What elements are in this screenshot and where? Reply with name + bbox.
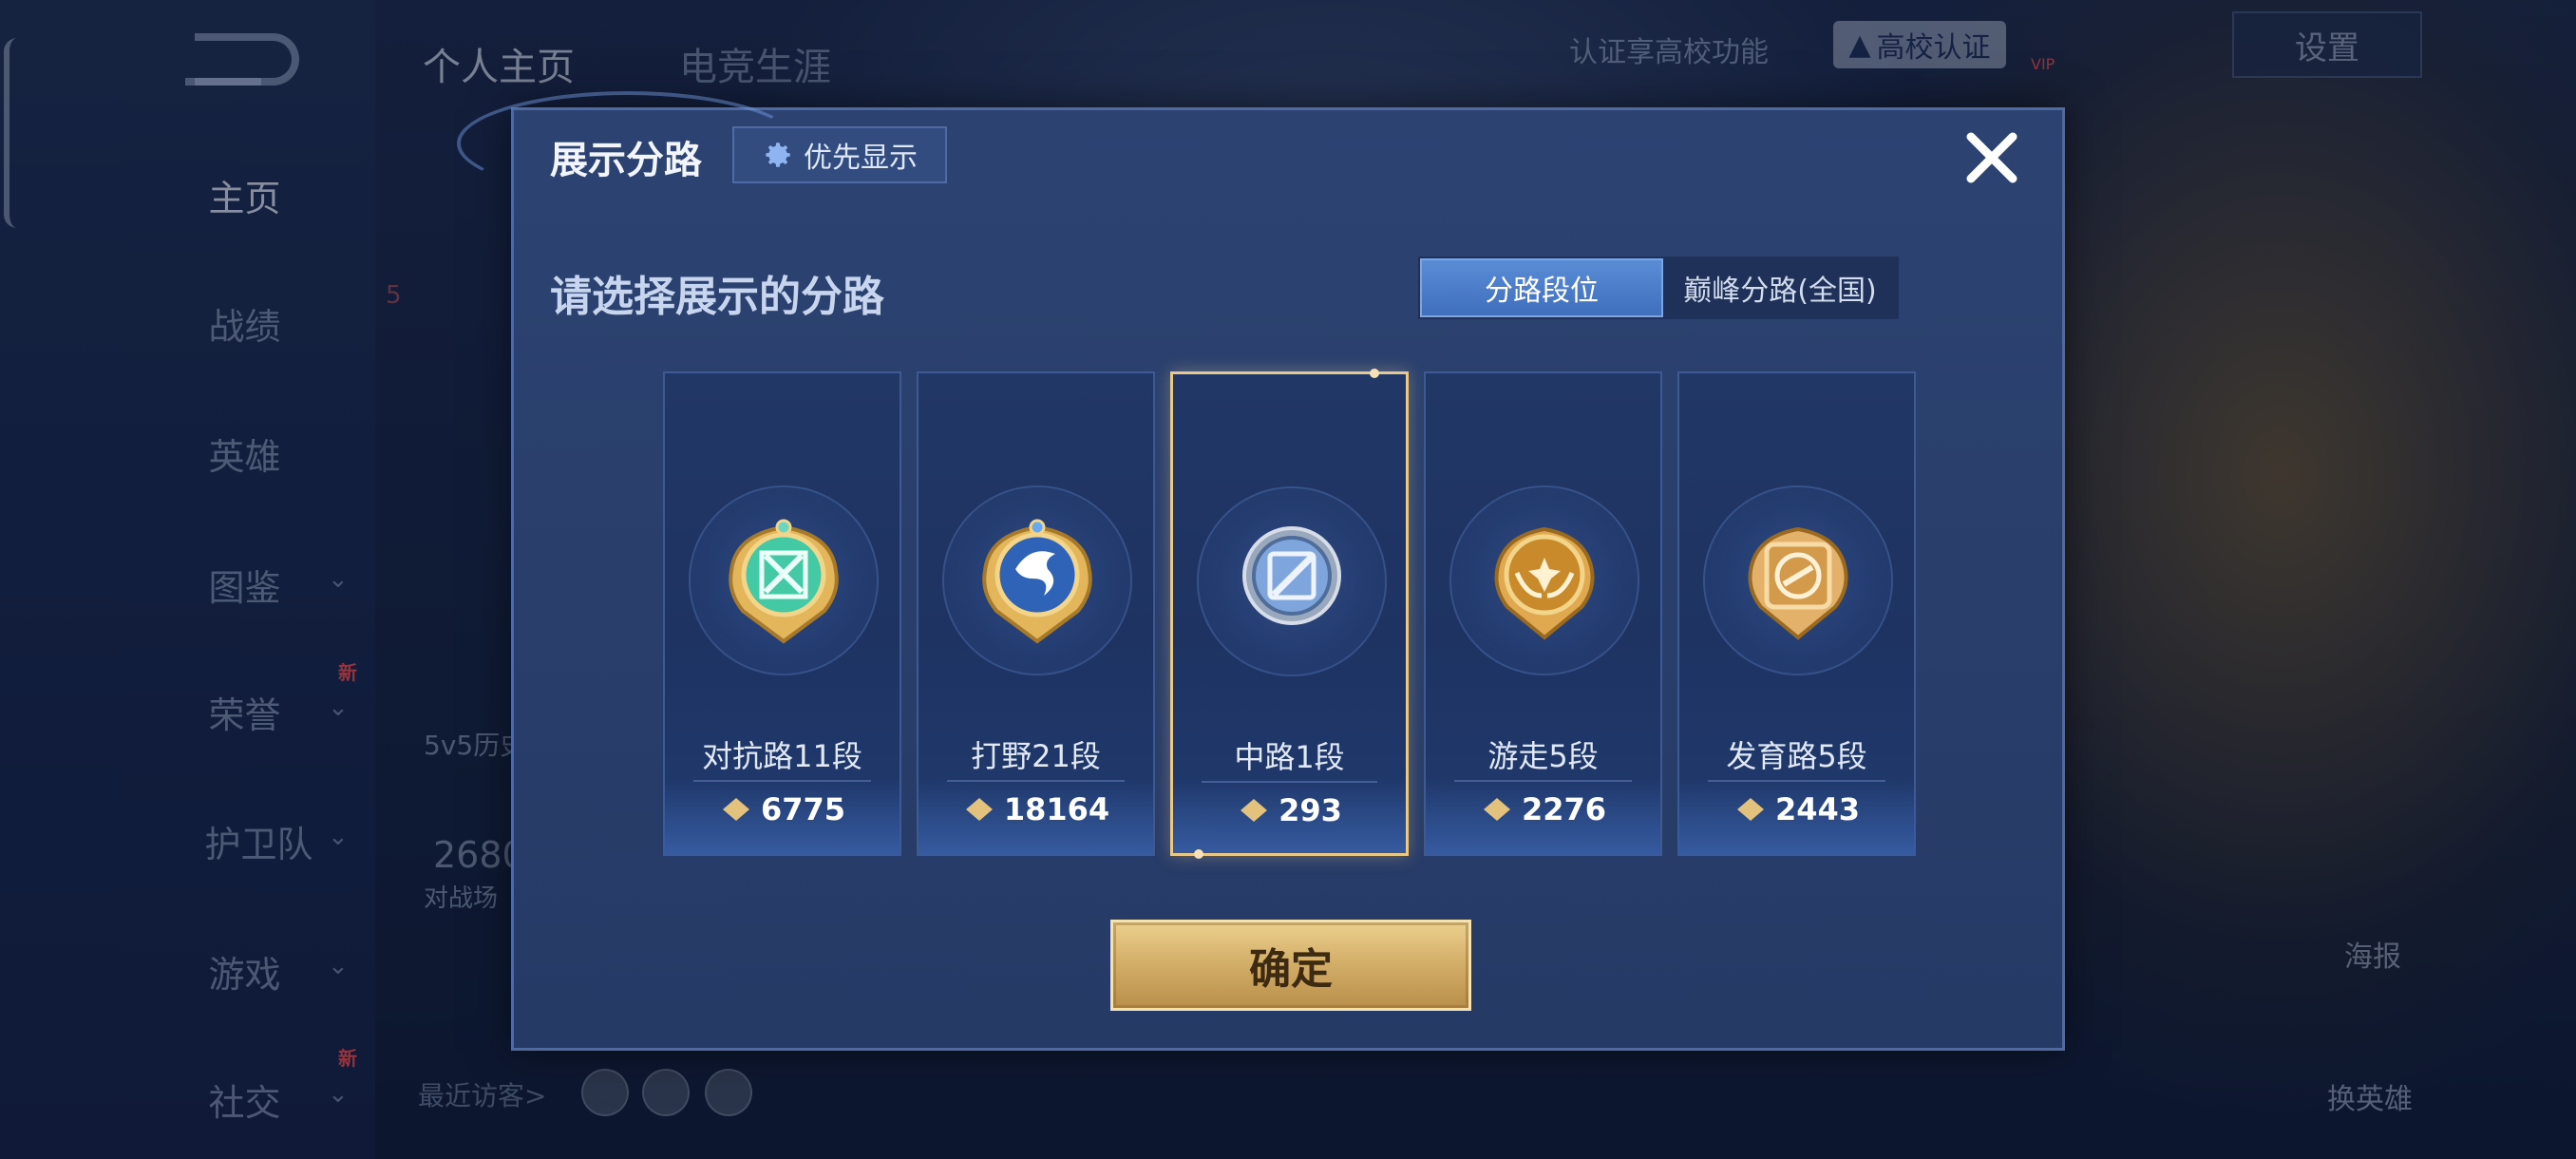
lane-points: 2276: [1426, 791, 1660, 827]
points-icon: [1483, 798, 1510, 821]
points-icon: [722, 798, 749, 821]
confirm-button[interactable]: 确定: [1110, 920, 1471, 1011]
roam-emblem-icon: [1494, 526, 1595, 640]
lane-name: 打野21段: [971, 738, 1101, 774]
lane-card-list: 对抗路11段 6775 打野21段 18164 中路1段 293 游走5段 22…: [663, 369, 1916, 859]
tab-lane-rank[interactable]: 分路段位: [1420, 258, 1663, 317]
tab-peak-lane-national[interactable]: 巅峰分路(全国): [1663, 258, 1897, 317]
lane-name: 中路1段: [1234, 739, 1345, 775]
points-icon: [965, 798, 993, 821]
lane-card-roam[interactable]: 游走5段 2276: [1424, 371, 1662, 856]
close-button[interactable]: [1958, 124, 2026, 192]
top-lane-emblem-icon: [729, 519, 839, 644]
priority-display-button[interactable]: 优先显示: [732, 126, 947, 183]
lane-name: 发育路5段: [1726, 738, 1867, 774]
lane-points: 18164: [919, 791, 1153, 827]
lane-points: 293: [1173, 792, 1406, 828]
lane-points: 2443: [1679, 791, 1914, 827]
dialog-subtitle: 请选择展示的分路: [550, 273, 884, 321]
gear-icon: [766, 142, 790, 167]
lane-display-dialog: 展示分路 优先显示 请选择展示的分路 分路段位 巅峰分路(全国) 对抗路11段: [457, 91, 2065, 1051]
lane-points: 6775: [665, 791, 900, 827]
farm-lane-emblem-icon: [1748, 526, 1848, 640]
mid-lane-emblem-icon: [1242, 526, 1341, 625]
lane-card-mid[interactable]: 中路1段 293: [1170, 369, 1409, 859]
lane-card-farm[interactable]: 发育路5段 2443: [1677, 371, 1916, 856]
priority-display-label: 优先显示: [804, 142, 918, 175]
lane-card-jungle[interactable]: 打野21段 18164: [917, 371, 1155, 856]
points-icon: [1241, 799, 1268, 822]
close-icon: [1966, 132, 2017, 183]
dialog-title: 展示分路: [550, 139, 702, 182]
lane-name: 游走5段: [1487, 738, 1599, 774]
jungle-emblem-icon: [982, 519, 1092, 644]
points-icon: [1736, 798, 1764, 821]
lane-type-segmented-control: 分路段位 巅峰分路(全国): [1418, 256, 1899, 319]
lane-card-top[interactable]: 对抗路11段 6775: [663, 371, 901, 856]
lane-name: 对抗路11段: [702, 738, 862, 774]
